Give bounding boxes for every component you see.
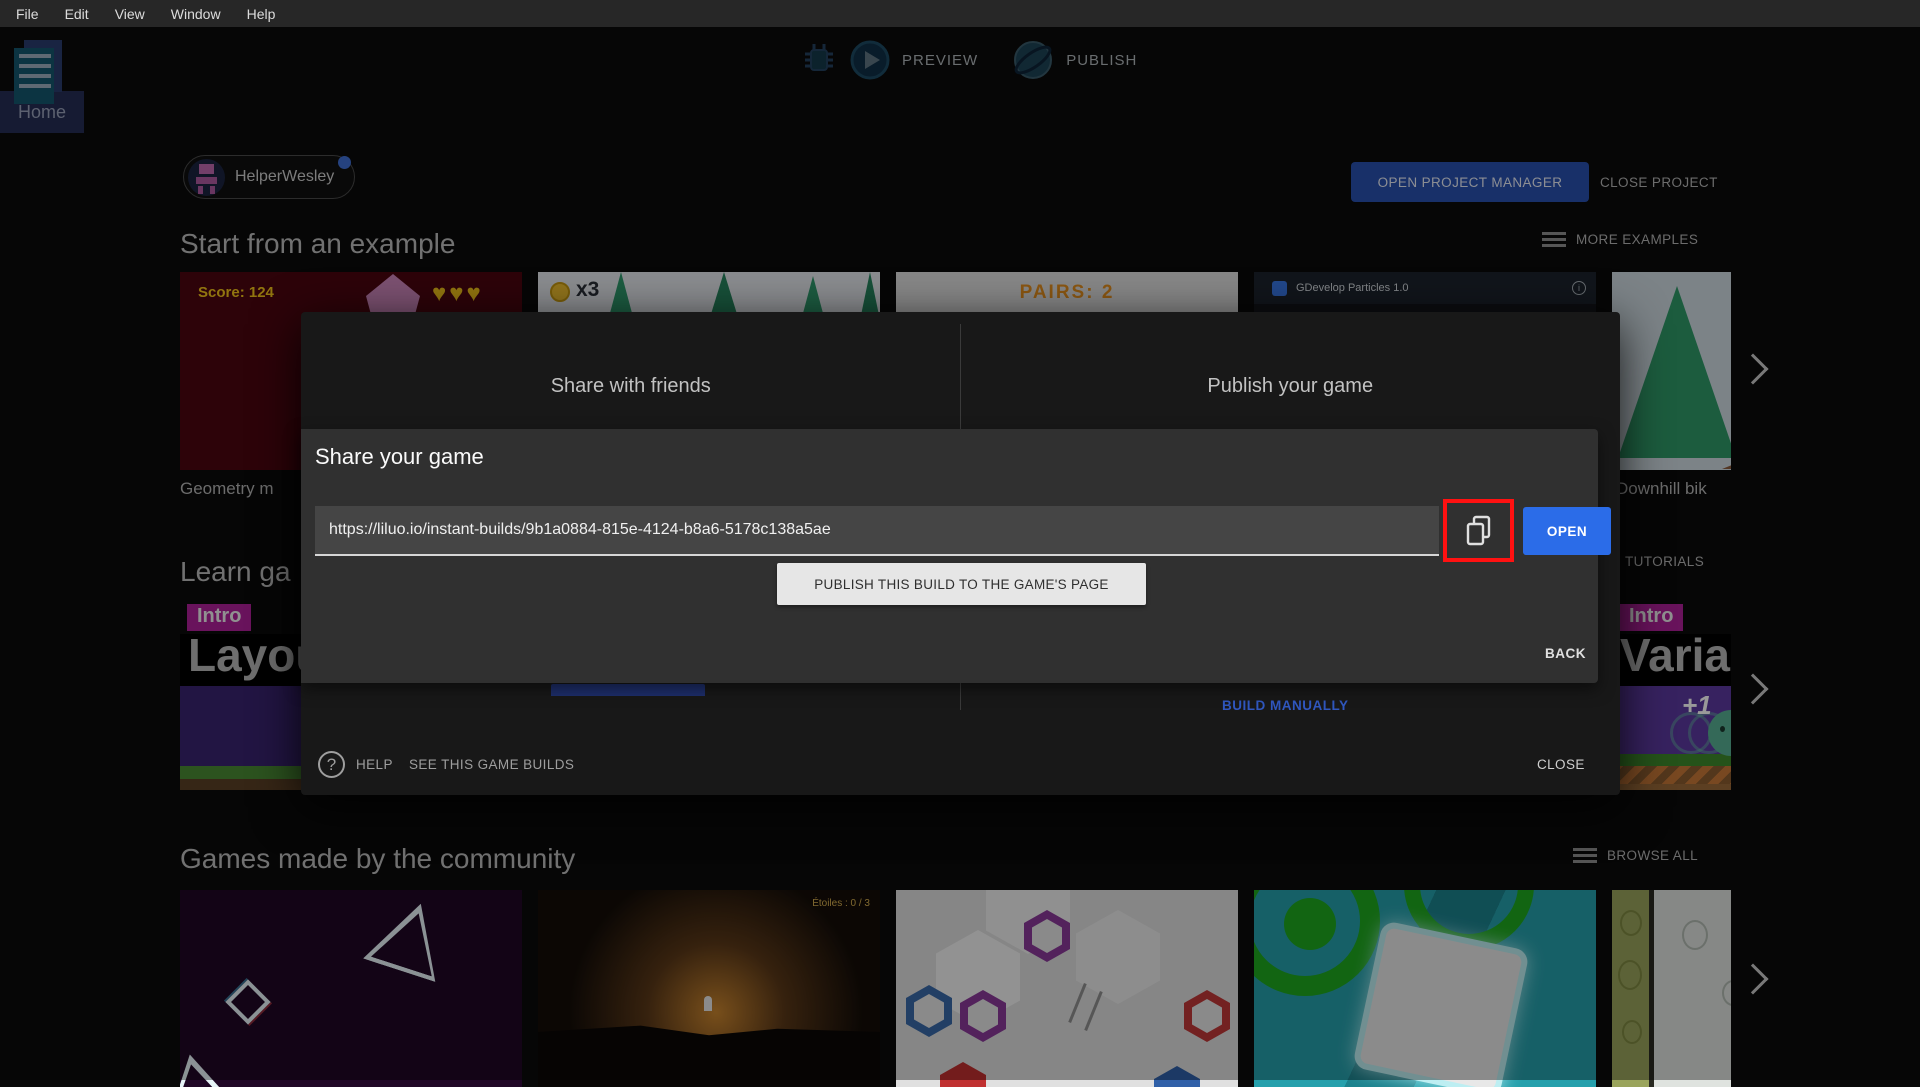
help-question-icon[interactable]: ?	[318, 751, 345, 778]
menu-window[interactable]: Window	[171, 6, 221, 22]
tab-publish-your-game[interactable]: Publish your game	[961, 312, 1621, 429]
copy-link-button[interactable]	[1457, 509, 1501, 553]
build-manually-link[interactable]: BUILD MANUALLY	[1222, 698, 1349, 713]
menu-bar: File Edit View Window Help	[0, 0, 1920, 27]
menu-edit[interactable]: Edit	[65, 6, 89, 22]
see-game-builds-button[interactable]: SEE THIS GAME BUILDS	[409, 757, 574, 772]
generate-link-button-partial[interactable]	[551, 684, 705, 696]
share-url-input[interactable]	[315, 506, 1439, 556]
share-your-game-heading: Share your game	[315, 444, 484, 469]
back-button[interactable]: BACK	[1545, 646, 1586, 661]
help-button[interactable]: HELP	[356, 757, 393, 772]
close-dialog-button[interactable]: CLOSE	[1537, 757, 1585, 772]
menu-view[interactable]: View	[115, 6, 145, 22]
open-link-button[interactable]: OPEN	[1523, 507, 1611, 555]
copy-icon	[1466, 515, 1490, 545]
publish-build-button[interactable]: PUBLISH THIS BUILD TO THE GAME'S PAGE	[777, 563, 1146, 605]
menu-help[interactable]: Help	[247, 6, 276, 22]
copy-highlight-annotation	[1443, 499, 1514, 562]
tab-share-with-friends[interactable]: Share with friends	[301, 312, 961, 429]
dialog-actions-bar: ? HELP SEE THIS GAME BUILDS CLOSE	[301, 751, 1620, 778]
share-dialog: Share with friends Publish your game BUI…	[301, 312, 1620, 795]
share-result-panel: Share your game OPEN PUBLISH THIS BUILD …	[301, 429, 1611, 683]
app-window: File Edit View Window Help Home PREVIEW …	[0, 0, 1920, 1087]
menu-file[interactable]: File	[16, 6, 39, 22]
